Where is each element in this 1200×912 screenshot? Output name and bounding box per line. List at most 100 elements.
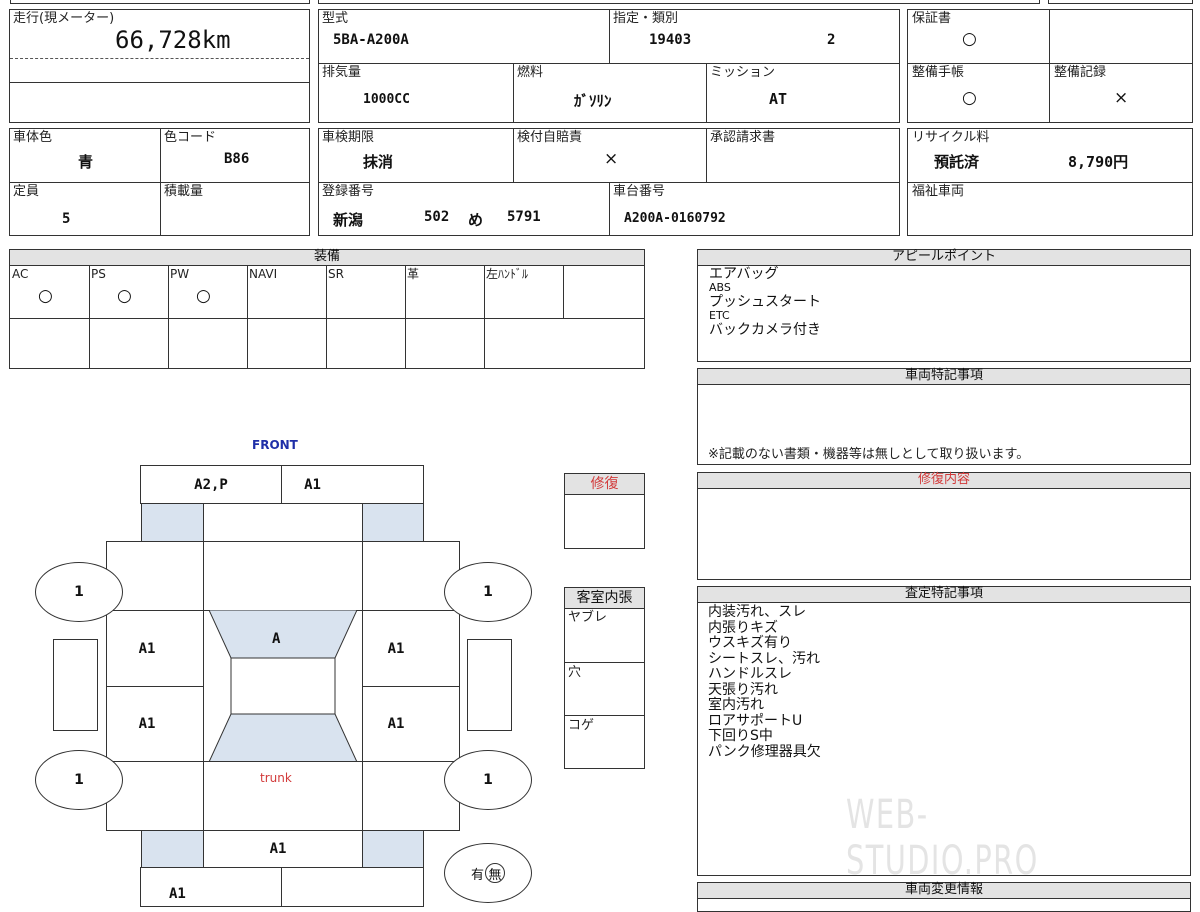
repair-content-section: 修復内容 (697, 472, 1191, 580)
model-label: 型式 (322, 11, 349, 26)
watermark: WEB-STUDIO.PRO (846, 792, 1039, 884)
equipment-label: NAVI (249, 267, 278, 281)
right-rear-door: A1 (362, 686, 460, 762)
appraisal-line: ウスキズ有り (708, 635, 792, 651)
designation-label: 指定・類別 (613, 11, 679, 26)
equipment-table: 装備 AC ○ PS ○ PW ○ NAVI SR 革 左ﾊﾝﾄﾞﾙ (9, 249, 645, 369)
warranty-section: 保証書 ○ 整備手帳 ○ 整備記録 × (907, 9, 1193, 123)
appraisal-section: 査定特記事項 内装汚れ、スレ 内張りキズ ウスキズ有り シートスレ、汚れ ハンド… (697, 586, 1191, 884)
category-number: 2 (827, 32, 836, 48)
model-section: 型式 5BA-A200A 指定・類別 19403 2 排気量 1000CC 燃料… (318, 9, 900, 123)
mileage-section: 走行(現メーター) 66,728km (9, 9, 310, 123)
trunk-label: trunk (260, 771, 292, 785)
special-notes-section: 車両特記事項 ※記載のない書類・機器等は無しとして取り扱います。 (697, 368, 1191, 465)
right-mirror (467, 639, 512, 731)
registration-kana: め (468, 211, 484, 229)
recycle-status: 預託済 (934, 153, 980, 171)
load-capacity-label: 積載量 (164, 184, 204, 199)
fuel-label: 燃料 (517, 65, 544, 80)
appraisal-line: 下回りS中 (708, 728, 773, 744)
inspection-value: 抹消 (363, 153, 394, 171)
body-color-label: 車体色 (13, 130, 53, 145)
rear-glass (208, 713, 358, 762)
appraisal-line: 内装汚れ、スレ (708, 604, 807, 620)
tire-rear-left: 1 (35, 750, 123, 810)
top-edge-box-mid (318, 0, 1040, 4)
equipment-label: 左ﾊﾝﾄﾞﾙ (486, 267, 529, 281)
appeal-line: ETC (709, 309, 730, 322)
left-rear-door: A1 (106, 686, 204, 762)
mileage-value: 66,728km (115, 26, 231, 54)
front-bumper-left: A2,P (140, 465, 282, 504)
liability-label: 検付自賠責 (517, 130, 583, 145)
registration-region: 新潟 (333, 211, 364, 229)
appraisal-line: 内張りキズ (708, 619, 778, 636)
top-edge-box-right (1048, 0, 1193, 4)
capacity-label: 定員 (13, 184, 40, 199)
equipment-label: SR (328, 267, 344, 281)
repair-title: 修復 (565, 474, 644, 495)
special-notes-title: 車両特記事項 (698, 369, 1190, 385)
model-value: 5BA-A200A (333, 32, 409, 48)
appraisal-line: 室内汚れ (708, 697, 764, 713)
front-glass (208, 610, 358, 659)
repair-content-title: 修復内容 (698, 473, 1190, 489)
equipment-title: 装備 (10, 250, 644, 266)
appeal-line: ABS (709, 281, 731, 294)
fuel-value: ｶﾞｿﾘﾝ (574, 92, 612, 110)
appraisal-line: ハンドルスレ (708, 666, 792, 682)
maintenance-book-value: ○ (962, 88, 977, 108)
capacity-value: 5 (62, 211, 71, 227)
tire-front-right: 1 (444, 562, 532, 622)
mission-label: ミッション (710, 65, 776, 80)
equipment-value: ○ (38, 286, 53, 306)
spare-tire: 有 無 (444, 843, 532, 903)
roof-label: A (272, 631, 281, 647)
vehicle-change-section: 車両変更情報 (697, 882, 1191, 912)
displacement-value: 1000CC (363, 92, 410, 107)
recycle-amount: 8,790円 (1068, 153, 1129, 171)
appraisal-title: 査定特記事項 (698, 587, 1190, 603)
right-front-door: A1 (362, 610, 460, 687)
equipment-label: AC (12, 267, 29, 281)
appeal-section: アピールポイント エアバッグ ABS プッシュスタート ETC バックカメラ付き (697, 249, 1191, 362)
displacement-label: 排気量 (322, 65, 362, 80)
appraisal-line: ロアサポートU (708, 712, 803, 729)
body-color-value: 青 (78, 153, 94, 171)
repair-section: 修復 (564, 473, 645, 549)
hood (203, 503, 363, 542)
equipment-label: PW (170, 267, 190, 281)
left-front-door: A1 (106, 610, 204, 687)
color-code-label: 色コード (164, 130, 217, 145)
designation-number: 19403 (649, 32, 692, 48)
warranty-value: ○ (962, 29, 977, 49)
welfare-label: 福祉車両 (912, 184, 965, 199)
rear-bottom-left: A1 (140, 867, 282, 907)
maintenance-record-label: 整備記録 (1054, 65, 1107, 80)
rear-right-fender (362, 830, 424, 868)
approval-label: 承認請求書 (710, 130, 776, 145)
interior-item-tear: ヤブレ (568, 610, 608, 625)
front-bumper-right: A1 (281, 465, 424, 504)
roof-glass-svg (208, 610, 358, 762)
appeal-line: エアバッグ (709, 266, 779, 282)
registration-label: 登録番号 (322, 184, 375, 199)
top-edge-box-left (10, 0, 310, 4)
tire-rear-right: 1 (444, 750, 532, 810)
interior-item-burn: コゲ (568, 718, 595, 733)
registration-section: 車検期限 抹消 検付自賠責 × 承認請求書 登録番号 新潟 502 め 5791… (318, 128, 900, 236)
windshield-area (203, 541, 363, 611)
special-notes-text: ※記載のない書類・機器等は無しとして取り扱います。 (708, 447, 1030, 462)
appraisal-line: 天張り汚れ (708, 681, 778, 698)
appeal-title: アピールポイント (698, 250, 1190, 266)
registration-class: 502 (424, 209, 450, 225)
maintenance-record-value: × (1114, 88, 1129, 108)
appraisal-line: シートスレ、汚れ (708, 650, 820, 667)
appraisal-line: パンク修理器具欠 (708, 743, 821, 760)
equipment-label: 革 (407, 267, 420, 281)
car-diagram: FRONT A2,P A1 A1 A1 A1 A1 A trunk A1 A1 … (0, 430, 560, 907)
registration-number: 5791 (507, 209, 541, 225)
color-code-value: B86 (224, 151, 250, 167)
appeal-line: プッシュスタート (709, 294, 821, 310)
equipment-value: ○ (196, 286, 211, 306)
